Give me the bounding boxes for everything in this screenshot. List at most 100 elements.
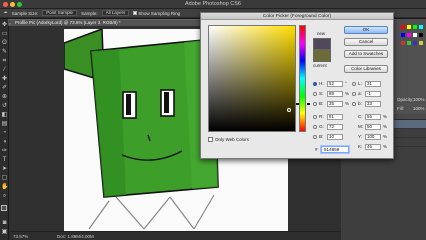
color-field-marker[interactable]: [287, 108, 291, 112]
color-field[interactable]: [208, 25, 296, 132]
sample-size-label: Sample Size:: [11, 10, 39, 16]
artwork-right-pupil: [164, 92, 169, 113]
window-titlebar: Adobe Photoshop CS6: [0, 0, 426, 9]
lightness-input[interactable]: 31: [365, 81, 381, 87]
a-channel-radio[interactable]: [352, 92, 356, 96]
swatch[interactable]: [407, 33, 411, 37]
tools-panel: ✥ ▭ ʘ ✎ ⌗ ⁄ ✚ ✐ ⊕ ↺ ◧ ▤ ◔ ◑ ✑ T ➤ ▢ ✋ ⌕ …: [0, 19, 9, 240]
add-to-swatches-button[interactable]: Add to Swatches: [344, 50, 388, 58]
saturation-radio[interactable]: [313, 92, 317, 96]
pen-tool-icon[interactable]: ✑: [1, 148, 8, 155]
brush-tool-icon[interactable]: ✐: [1, 85, 8, 92]
new-color-swatch: [313, 38, 331, 50]
b-channel-radio[interactable]: [352, 102, 356, 106]
only-web-colors-checkbox[interactable]: [208, 137, 213, 142]
blue-input[interactable]: 10: [327, 134, 343, 140]
red-radio[interactable]: [313, 115, 317, 119]
swatch[interactable]: [401, 33, 405, 37]
yellow-label: Y:: [358, 134, 363, 139]
hand-tool-icon[interactable]: ✋: [1, 184, 8, 191]
swatch[interactable]: [419, 41, 423, 45]
history-brush-icon[interactable]: ↺: [1, 103, 8, 110]
brightness-input[interactable]: 35: [327, 101, 343, 107]
red-label: R:: [319, 114, 324, 119]
swatch[interactable]: [407, 41, 411, 45]
a-channel-input[interactable]: -1: [365, 91, 381, 97]
blur-tool-icon[interactable]: ◔: [1, 130, 8, 137]
quick-mask-icon[interactable]: ◙: [1, 220, 8, 227]
red-input[interactable]: 81: [327, 114, 343, 120]
cyan-unit: %: [383, 114, 387, 119]
dodge-tool-icon[interactable]: ◑: [1, 139, 8, 146]
document-tab[interactable]: × Profile Pic (AdorkyLord) @ 73.6% (Laye…: [8, 19, 208, 26]
eraser-tool-icon[interactable]: ◧: [1, 112, 8, 119]
magenta-input[interactable]: 50: [365, 124, 381, 130]
move-tool-icon[interactable]: ✥: [1, 22, 8, 29]
cyan-input[interactable]: 56: [365, 114, 381, 120]
cyan-label: C:: [358, 114, 363, 119]
show-ring-checkbox[interactable]: Show Sampling Ring: [133, 11, 180, 16]
gradient-tool-icon[interactable]: ▤: [1, 121, 8, 128]
yellow-input[interactable]: 100: [365, 134, 381, 140]
clone-tool-icon[interactable]: ⊕: [1, 94, 8, 101]
swatch[interactable]: [401, 41, 405, 45]
cancel-button[interactable]: Cancel: [344, 38, 388, 46]
saturation-input[interactable]: 89: [327, 91, 343, 97]
close-tab-icon[interactable]: ×: [9, 21, 13, 26]
black-unit: %: [383, 144, 387, 149]
fill-value[interactable]: 100%: [413, 106, 425, 111]
green-input[interactable]: 72: [327, 124, 343, 130]
quick-select-tool-icon[interactable]: ✎: [1, 49, 8, 56]
b-channel-input[interactable]: 33: [365, 101, 381, 107]
swatch[interactable]: [401, 25, 405, 29]
hue-radio[interactable]: [313, 82, 317, 86]
lightness-radio[interactable]: [352, 82, 356, 86]
lasso-tool-icon[interactable]: ʘ: [1, 40, 8, 47]
brightness-unit: %: [345, 101, 349, 106]
artwork-body-sketch: [88, 194, 215, 230]
swatch[interactable]: [413, 25, 417, 29]
healing-tool-icon[interactable]: ✚: [1, 76, 8, 83]
dialog-title: Color Picker (Foreground Color): [201, 13, 393, 20]
hue-slider-handle[interactable]: [296, 103, 310, 105]
type-tool-icon[interactable]: T: [1, 157, 8, 164]
swatch[interactable]: [413, 33, 417, 37]
swatch[interactable]: [419, 25, 423, 29]
eyedropper-tool-icon[interactable]: ✒: [4, 10, 8, 16]
sample-label: Sample:: [81, 10, 98, 16]
sample-select[interactable]: All Layers: [101, 10, 130, 16]
yellow-unit: %: [383, 134, 387, 139]
crop-tool-icon[interactable]: ⌗: [1, 58, 8, 65]
brightness-radio[interactable]: [313, 102, 317, 106]
opacity-value[interactable]: 100%: [413, 97, 425, 102]
hue-slider[interactable]: [299, 25, 306, 132]
green-radio[interactable]: [313, 125, 317, 129]
hex-input[interactable]: 514859: [321, 146, 349, 153]
foreground-color-swatch[interactable]: [1, 205, 7, 211]
swatch[interactable]: [419, 33, 423, 37]
color-libraries-button[interactable]: Color Libraries: [344, 65, 388, 73]
black-input[interactable]: 46: [365, 144, 381, 150]
saturation-label: S:: [319, 91, 324, 96]
swatch[interactable]: [413, 41, 417, 45]
ok-button[interactable]: OK: [344, 26, 388, 34]
blue-radio[interactable]: [313, 135, 317, 139]
hex-label: #: [315, 147, 318, 152]
brightness-label: B:: [319, 101, 324, 106]
hue-input[interactable]: 52: [327, 81, 343, 87]
swatch[interactable]: [407, 25, 411, 29]
current-color-label: current: [313, 63, 327, 68]
marquee-tool-icon[interactable]: ▭: [1, 31, 8, 38]
path-select-tool-icon[interactable]: ➤: [1, 166, 8, 173]
eyedropper-icon[interactable]: ⁄: [1, 67, 8, 74]
window-title: Adobe Photoshop CS6: [185, 1, 241, 7]
black-label: K:: [358, 144, 363, 149]
sample-size-select[interactable]: Point Sample: [42, 10, 78, 16]
magenta-unit: %: [383, 124, 387, 129]
zoom-level[interactable]: 73.57%: [13, 234, 28, 239]
shape-tool-icon[interactable]: ▢: [1, 175, 8, 182]
fill-label: Fill:: [397, 106, 404, 111]
screen-mode-icon[interactable]: ▣: [1, 229, 8, 236]
zoom-tool-icon[interactable]: ⌕: [1, 193, 8, 200]
current-color-swatch[interactable]: [313, 50, 331, 62]
